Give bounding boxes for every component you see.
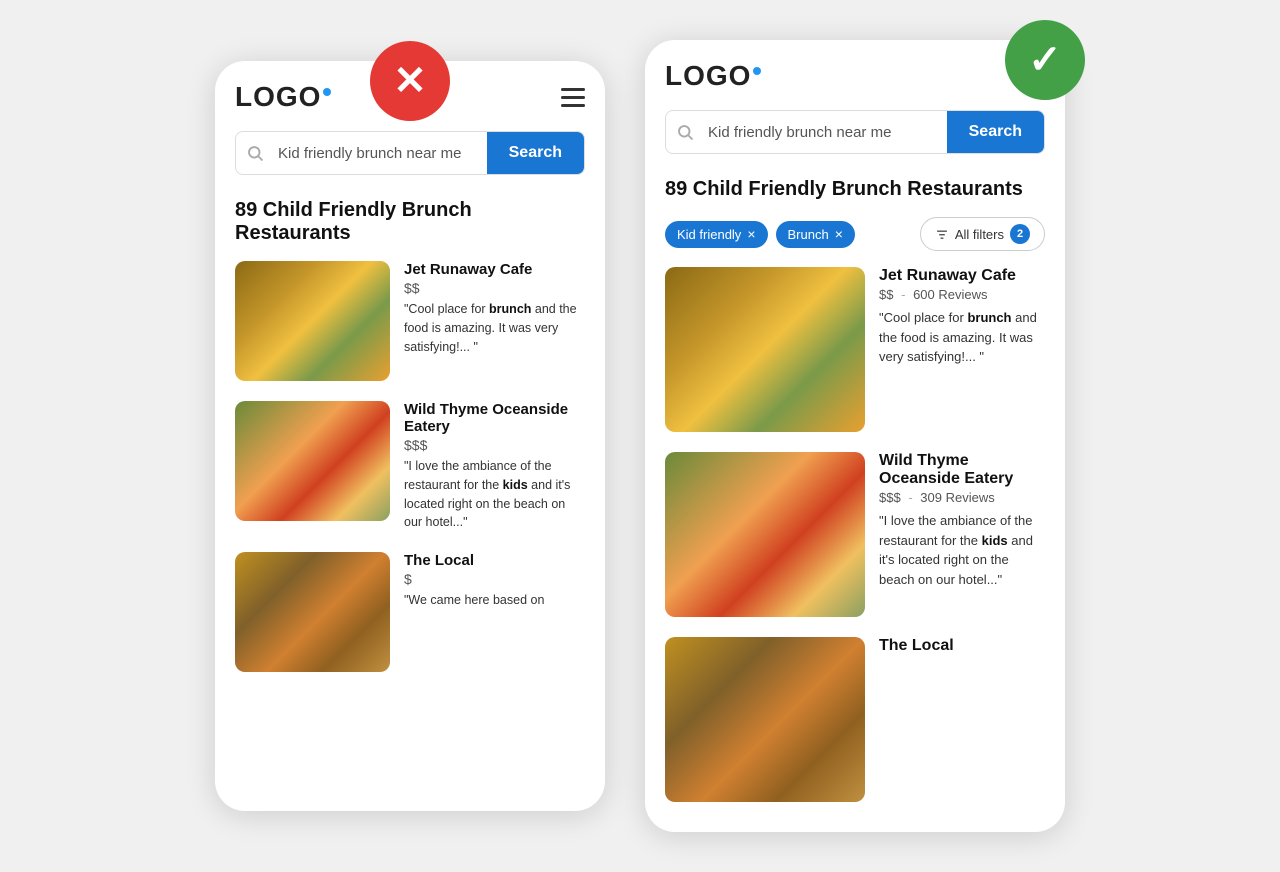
left-restaurant-price-1: $$ <box>404 280 585 296</box>
left-restaurant-price-3: $ <box>404 571 585 587</box>
left-restaurant-name-1: Jet Runaway Cafe <box>404 261 585 278</box>
right-phone: LOGO Search 89 Child Friendly Brunch Res… <box>645 40 1065 832</box>
left-hamburger-menu[interactable] <box>561 88 585 107</box>
right-badge: ✓ <box>1005 20 1085 100</box>
left-restaurant-list: Jet Runaway Cafe $$ "Cool place for brun… <box>235 261 585 672</box>
right-restaurant-name-3: The Local <box>879 637 1045 655</box>
filter-icon <box>935 227 949 241</box>
left-restaurant-img-3 <box>235 552 390 672</box>
left-restaurant-item-1[interactable]: Jet Runaway Cafe $$ "Cool place for brun… <box>235 261 585 381</box>
filter-chip-brunch-label: Brunch <box>788 227 829 242</box>
right-restaurant-price-1: $$ <box>879 287 893 302</box>
right-search-bar: Search <box>665 110 1045 154</box>
left-restaurant-info-1: Jet Runaway Cafe $$ "Cool place for brun… <box>404 261 585 356</box>
right-restaurant-list: Jet Runaway Cafe $$ - 600 Reviews "Cool … <box>665 267 1045 802</box>
right-restaurant-name-1: Jet Runaway Cafe <box>879 267 1045 285</box>
right-restaurant-reviews-2: 309 Reviews <box>920 490 994 505</box>
hamburger-line-2 <box>561 96 585 99</box>
left-restaurant-review-1: "Cool place for brunch and the food is a… <box>404 300 585 356</box>
right-restaurant-item-1[interactable]: Jet Runaway Cafe $$ - 600 Reviews "Cool … <box>665 267 1045 432</box>
left-search-bar: Search <box>235 131 585 175</box>
right-restaurant-sep-2: - <box>908 490 912 505</box>
right-search-icon <box>676 123 694 141</box>
right-restaurant-reviews-1: 600 Reviews <box>913 287 987 302</box>
left-results-title: 89 Child Friendly Brunch Restaurants <box>235 199 585 245</box>
all-filters-button[interactable]: All filters 2 <box>920 217 1045 251</box>
right-phone-wrapper: ✓ LOGO Search 89 Child Fr <box>645 40 1065 832</box>
right-restaurant-price-reviews-1: $$ - 600 Reviews <box>879 287 1045 302</box>
right-search-input[interactable] <box>704 112 947 153</box>
left-logo-dot <box>323 88 331 96</box>
right-restaurant-sep-1: - <box>901 287 905 302</box>
right-search-button[interactable]: Search <box>947 111 1044 153</box>
right-restaurant-review-2: "I love the ambiance of the restaurant f… <box>879 511 1045 589</box>
left-restaurant-price-2: $$$ <box>404 437 585 453</box>
filter-chip-brunch[interactable]: Brunch × <box>776 221 855 248</box>
right-restaurant-item-3[interactable]: The Local <box>665 637 1045 802</box>
right-restaurant-price-2: $$$ <box>879 490 901 505</box>
right-restaurant-review-1: "Cool place for brunch and the food is a… <box>879 308 1045 367</box>
right-restaurant-item-2[interactable]: Wild Thyme Oceanside Eatery $$$ - 309 Re… <box>665 452 1045 617</box>
left-restaurant-review-3: "We came here based on <box>404 591 585 610</box>
left-restaurant-item-3[interactable]: The Local $ "We came here based on <box>235 552 585 672</box>
right-logo-text: LOGO <box>665 60 761 91</box>
right-restaurant-name-2: Wild Thyme Oceanside Eatery <box>879 452 1045 488</box>
left-phone-wrapper: ✕ LOGO Search 89 Chil <box>215 61 605 811</box>
left-logo: LOGO <box>235 81 331 113</box>
left-restaurant-item-2[interactable]: Wild Thyme Oceanside Eatery $$$ "I love … <box>235 401 585 532</box>
hamburger-line-3 <box>561 104 585 107</box>
left-restaurant-img-2 <box>235 401 390 521</box>
filter-count-badge: 2 <box>1010 224 1030 244</box>
right-restaurant-info-1: Jet Runaway Cafe $$ - 600 Reviews "Cool … <box>879 267 1045 367</box>
hamburger-line-1 <box>561 88 585 91</box>
filter-chip-kid-friendly[interactable]: Kid friendly × <box>665 221 768 248</box>
right-restaurant-info-3: The Local <box>879 637 1045 657</box>
filter-chip-kid-friendly-remove[interactable]: × <box>747 227 755 241</box>
filter-chip-kid-friendly-label: Kid friendly <box>677 227 741 242</box>
left-restaurant-info-3: The Local $ "We came here based on <box>404 552 585 610</box>
left-search-button[interactable]: Search <box>487 132 584 174</box>
right-logo-dot <box>753 67 761 75</box>
left-search-input[interactable] <box>274 133 487 174</box>
left-logo-text: LOGO <box>235 81 331 112</box>
left-search-icon-wrap <box>236 144 274 162</box>
left-restaurant-name-3: The Local <box>404 552 585 569</box>
right-results-title: 89 Child Friendly Brunch Restaurants <box>665 178 1045 201</box>
left-restaurant-info-2: Wild Thyme Oceanside Eatery $$$ "I love … <box>404 401 585 532</box>
left-phone: LOGO Search 89 Child Friendly Brunch Res… <box>215 61 605 811</box>
all-filters-label: All filters <box>955 227 1004 242</box>
left-restaurant-img-1 <box>235 261 390 381</box>
right-logo: LOGO <box>665 60 761 92</box>
right-search-icon-wrap <box>666 123 704 141</box>
right-restaurant-img-2 <box>665 452 865 617</box>
right-restaurant-price-reviews-2: $$$ - 309 Reviews <box>879 490 1045 505</box>
right-restaurant-img-1 <box>665 267 865 432</box>
filter-chip-brunch-remove[interactable]: × <box>835 227 843 241</box>
right-restaurant-info-2: Wild Thyme Oceanside Eatery $$$ - 309 Re… <box>879 452 1045 589</box>
left-search-icon <box>246 144 264 162</box>
right-restaurant-img-3 <box>665 637 865 802</box>
left-restaurant-review-2: "I love the ambiance of the restaurant f… <box>404 457 585 532</box>
wrong-badge: ✕ <box>370 41 450 121</box>
left-restaurant-name-2: Wild Thyme Oceanside Eatery <box>404 401 585 435</box>
right-filters-row: Kid friendly × Brunch × All filters 2 <box>665 217 1045 251</box>
right-phone-header: LOGO <box>665 60 1045 92</box>
